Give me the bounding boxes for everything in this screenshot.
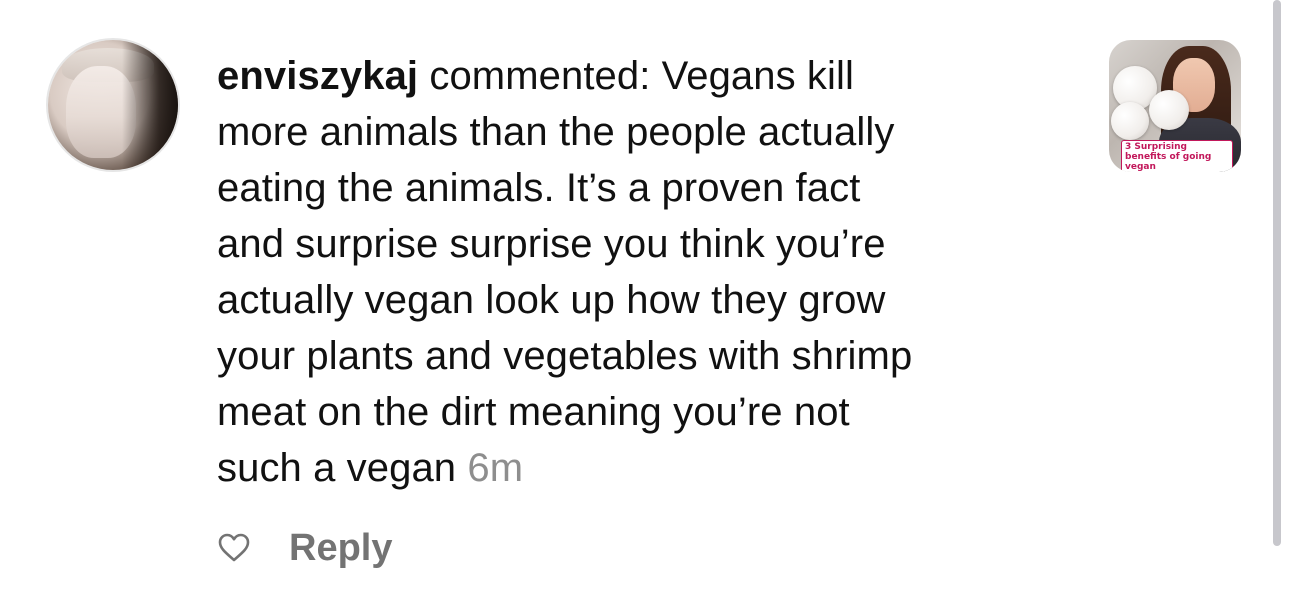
post-thumbnail[interactable]: 3 Surprising benefits of going vegan — [1109, 40, 1241, 172]
thumbnail-caption: 3 Surprising benefits of going vegan — [1121, 140, 1233, 172]
thumbnail-ball — [1111, 102, 1149, 140]
comment-actions: Reply — [217, 524, 392, 572]
heart-icon[interactable] — [217, 531, 251, 565]
avatar-shadow — [122, 40, 178, 170]
comment-text: enviszykaj commented: Vegans kill more a… — [217, 48, 1087, 496]
reply-button[interactable]: Reply — [289, 527, 392, 570]
comment-timestamp: 6m — [467, 446, 524, 490]
user-avatar[interactable] — [48, 40, 178, 170]
thumbnail-ball — [1149, 90, 1189, 130]
scrollbar[interactable] — [1273, 0, 1281, 546]
comment-username[interactable]: enviszykaj — [217, 54, 418, 98]
comment-body: commented: Vegans kill more animals than… — [217, 54, 913, 490]
